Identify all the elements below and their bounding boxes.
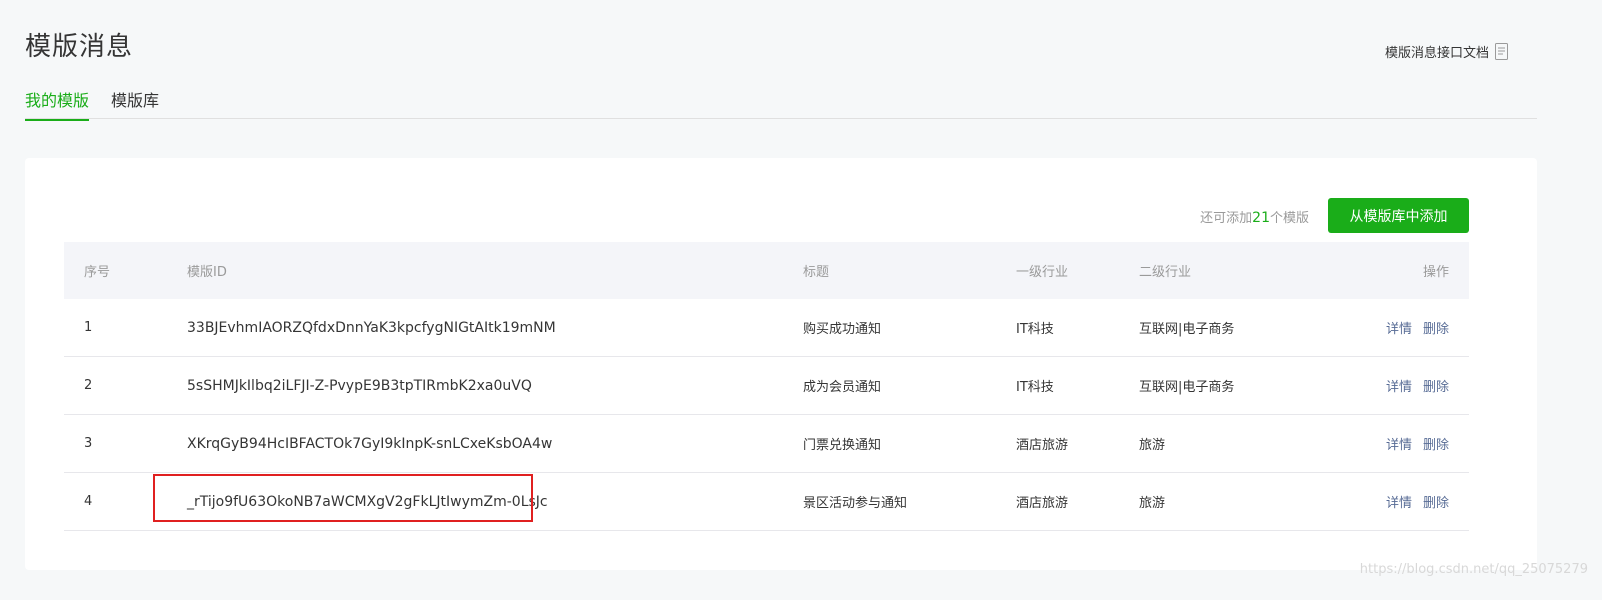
row-template-id: 5sSHMJkIlbq2iLFJI-Z-PvypE9B3tpTIRmbK2xa0… <box>187 356 803 415</box>
page-title: 模版消息 <box>25 32 134 62</box>
template-id-text: 33BJEvhmIAORZQfdxDnnYaK3kpcfygNIGtAItk19… <box>187 319 556 336</box>
header-industry-1: 一级行业 <box>1016 242 1139 299</box>
row-actions: 详情 删除 <box>1289 472 1469 531</box>
row-template-id: 33BJEvhmIAORZQfdxDnnYaK3kpcfygNIGtAItk19… <box>187 299 803 357</box>
api-doc-link[interactable]: 模版消息接口文档 <box>1385 42 1508 61</box>
detail-link[interactable]: 详情 <box>1386 496 1412 511</box>
row-industry-1: IT科技 <box>1016 299 1139 357</box>
delete-link[interactable]: 删除 <box>1423 438 1449 453</box>
row-actions: 详情 删除 <box>1289 414 1469 473</box>
table-header-row: 序号 模版ID 标题 一级行业 二级行业 操作 <box>64 242 1469 299</box>
delete-link[interactable]: 删除 <box>1423 380 1449 395</box>
row-index: 3 <box>64 414 187 473</box>
header-index: 序号 <box>64 242 187 299</box>
header-actions: 操作 <box>1289 242 1469 299</box>
row-industry-2: 旅游 <box>1139 472 1289 531</box>
row-industry-2: 互联网|电子商务 <box>1139 356 1289 415</box>
row-title: 景区活动参与通知 <box>803 472 1016 531</box>
row-title: 成为会员通知 <box>803 356 1016 415</box>
row-index: 1 <box>64 299 187 357</box>
header-industry-2: 二级行业 <box>1139 242 1289 299</box>
template-card: 还可添加21个模版 从模版库中添加 序号 模版ID 标题 一级行业 二级行业 操… <box>25 158 1537 570</box>
delete-link[interactable]: 删除 <box>1423 322 1449 337</box>
row-industry-1: 酒店旅游 <box>1016 472 1139 531</box>
table-row: 3 XKrqGyB94HcIBFACTOk7GyI9kInpK-snLCxeKs… <box>64 414 1469 473</box>
row-title: 门票兑换通知 <box>803 414 1016 473</box>
detail-link[interactable]: 详情 <box>1386 322 1412 337</box>
delete-link[interactable]: 删除 <box>1423 496 1449 511</box>
quota-prefix: 还可添加 <box>1200 211 1253 226</box>
row-template-id: _rTijo9fU63OkoNB7aWCMXgV2gFkLJtIwymZm-0L… <box>187 472 803 531</box>
template-id-text: _rTijo9fU63OkoNB7aWCMXgV2gFkLJtIwymZm-0L… <box>187 493 548 510</box>
tab-template-library[interactable]: 模版库 <box>111 87 159 119</box>
template-table: 序号 模版ID 标题 一级行业 二级行业 操作 1 33BJEvhmIAORZQ… <box>64 242 1469 531</box>
header-title: 标题 <box>803 242 1016 299</box>
header-template-id: 模版ID <box>187 242 803 299</box>
row-industry-1: IT科技 <box>1016 356 1139 415</box>
table-row: 1 33BJEvhmIAORZQfdxDnnYaK3kpcfygNIGtAItk… <box>64 299 1469 357</box>
quota-suffix: 个模版 <box>1269 211 1309 226</box>
tab-my-templates[interactable]: 我的模版 <box>25 87 90 121</box>
tab-bar: 我的模版 模版库 <box>25 84 1537 121</box>
row-actions: 详情 删除 <box>1289 356 1469 415</box>
table-row: 2 5sSHMJkIlbq2iLFJI-Z-PvypE9B3tpTIRmbK2x… <box>64 356 1469 415</box>
detail-link[interactable]: 详情 <box>1386 438 1412 453</box>
row-actions: 详情 删除 <box>1289 299 1469 357</box>
template-id-text: XKrqGyB94HcIBFACTOk7GyI9kInpK-snLCxeKsbO… <box>187 435 553 452</box>
template-id-text: 5sSHMJkIlbq2iLFJI-Z-PvypE9B3tpTIRmbK2xa0… <box>187 377 532 394</box>
row-title: 购买成功通知 <box>803 299 1016 357</box>
row-index: 2 <box>64 356 187 415</box>
row-industry-2: 互联网|电子商务 <box>1139 299 1289 357</box>
row-index: 4 <box>64 472 187 531</box>
row-industry-1: 酒店旅游 <box>1016 414 1139 473</box>
row-template-id: XKrqGyB94HcIBFACTOk7GyI9kInpK-snLCxeKsbO… <box>187 414 803 473</box>
quota-count: 21 <box>1252 210 1270 226</box>
document-icon <box>1495 43 1508 60</box>
watermark: https://blog.csdn.net/qq_25075279 <box>1359 562 1588 577</box>
detail-link[interactable]: 详情 <box>1386 380 1412 395</box>
add-from-library-button[interactable]: 从模版库中添加 <box>1328 198 1469 233</box>
row-industry-2: 旅游 <box>1139 414 1289 473</box>
quota-text: 还可添加21个模版 <box>1200 207 1309 226</box>
table-row: 4 _rTijo9fU63OkoNB7aWCMXgV2gFkLJtIwymZm-… <box>64 472 1469 531</box>
doc-link-label: 模版消息接口文档 <box>1384 46 1489 61</box>
